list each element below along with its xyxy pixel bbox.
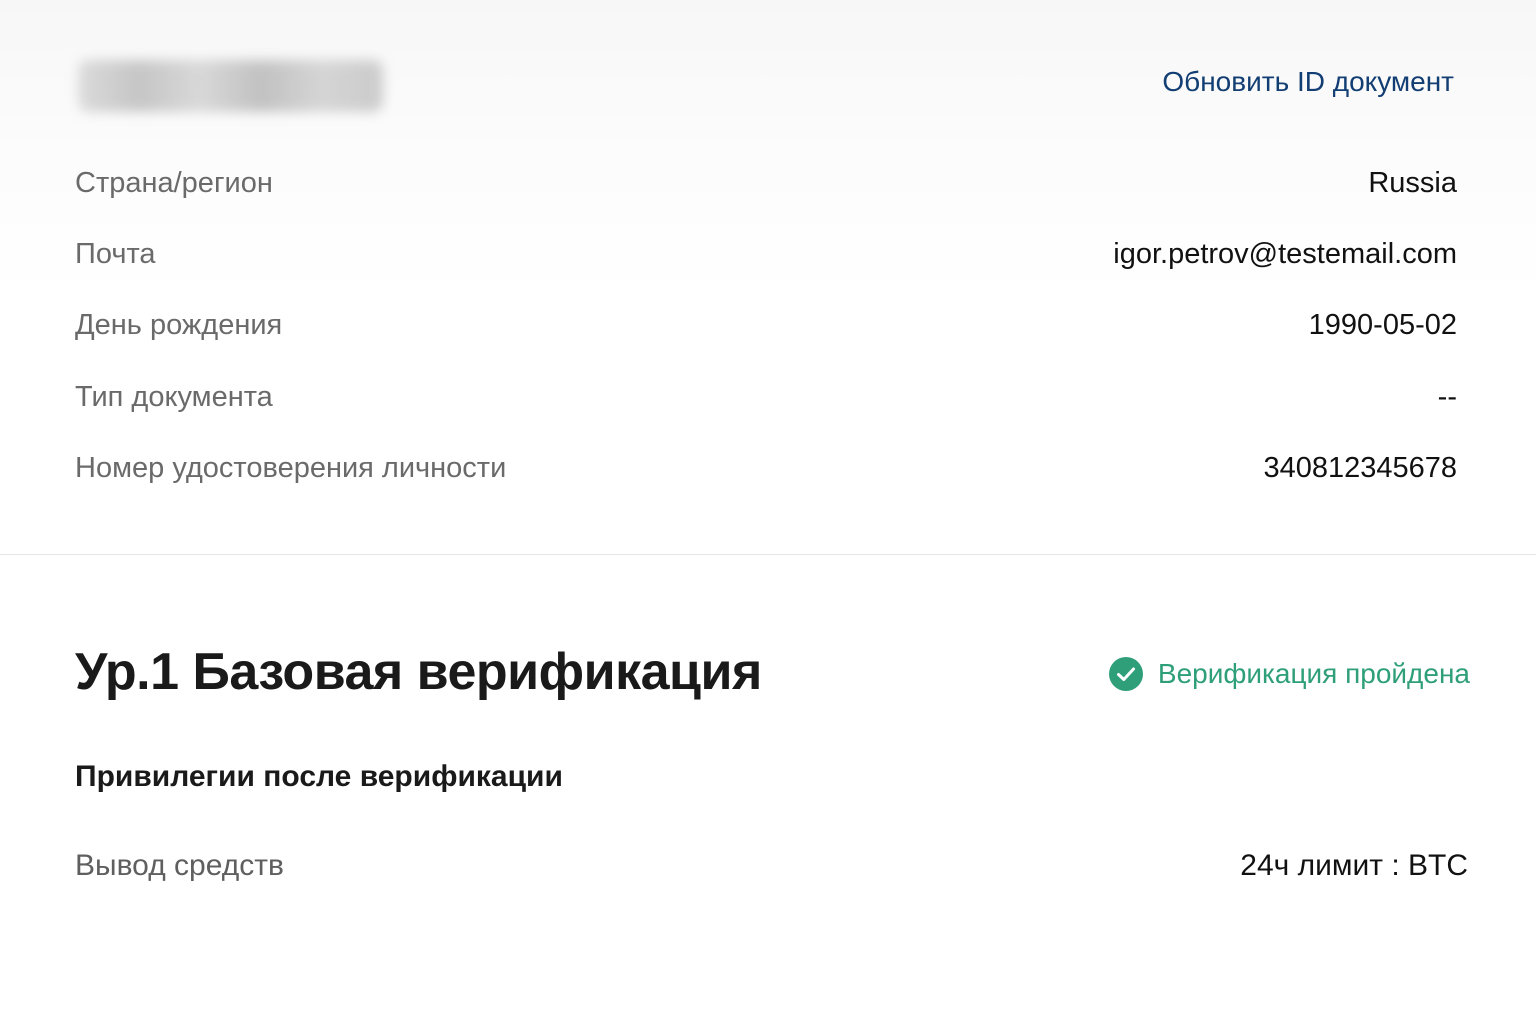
id-number-label: Номер удостоверения личности (75, 451, 507, 484)
check-circle-icon (1108, 657, 1143, 691)
info-row-email: Почта igor.petrov@testemail.com (75, 234, 1457, 274)
withdrawal-label: Вывод средств (75, 849, 284, 882)
birthday-label: День рождения (75, 308, 283, 341)
verification-page: Обновить ID документ Страна/регион Russi… (0, 0, 1536, 1024)
document-type-value: -- (1437, 380, 1457, 413)
email-label: Почта (75, 237, 156, 270)
status-text: Верификация пройдена (1157, 658, 1470, 689)
id-number-value: 340812345678 (1263, 451, 1457, 484)
info-row-id-number: Номер удостоверения личности 34081234567… (75, 448, 1457, 488)
info-row-document-type: Тип документа -- (75, 377, 1457, 417)
update-id-document-link[interactable]: Обновить ID документ (1162, 66, 1454, 98)
verification-status: Верификация пройдена (1108, 656, 1470, 692)
section-divider (0, 554, 1536, 555)
info-row-country: Страна/регион Russia (75, 163, 1457, 203)
withdrawal-limit-value: 24ч лимит : BTC (1240, 849, 1468, 882)
level-title: Ур.1 Базовая верификация (75, 643, 762, 701)
privilege-row-withdrawal: Вывод средств 24ч лимит : BTC (75, 846, 1468, 886)
blurred-user-name (78, 60, 383, 112)
email-value: igor.petrov@testemail.com (1113, 237, 1457, 270)
info-row-birthday: День рождения 1990-05-02 (75, 305, 1457, 345)
birthday-value: 1990-05-02 (1308, 308, 1457, 341)
country-label: Страна/регион (75, 166, 273, 199)
country-value: Russia (1368, 166, 1457, 199)
document-type-label: Тип документа (75, 380, 273, 413)
privileges-title: Привилегии после верификации (75, 760, 563, 793)
